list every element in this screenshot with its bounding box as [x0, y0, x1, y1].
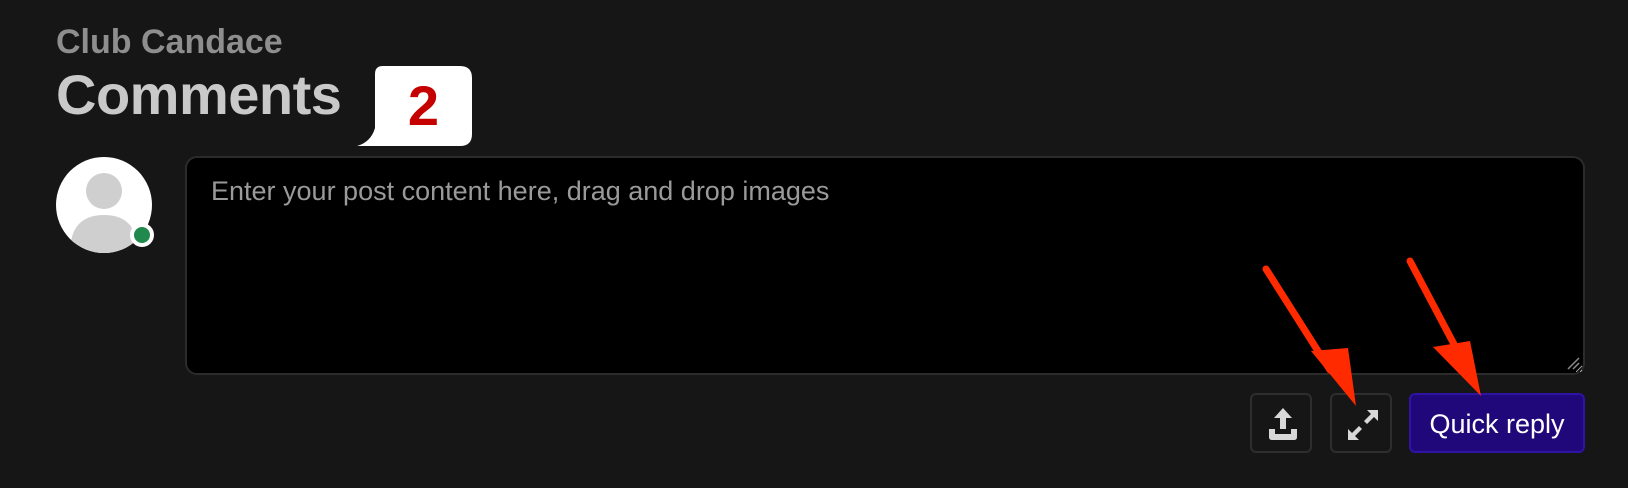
title-row: Comments 2: [56, 60, 472, 150]
resize-handle-icon[interactable]: [1566, 356, 1580, 370]
avatar[interactable]: [56, 157, 154, 253]
upload-button[interactable]: [1250, 393, 1312, 453]
upload-icon: [1269, 408, 1297, 440]
comment-count: 2: [407, 74, 440, 137]
online-status-dot: [130, 223, 154, 247]
club-name: Club Candace: [56, 23, 283, 61]
expand-icon: [1348, 410, 1378, 440]
post-content-input[interactable]: [185, 156, 1585, 375]
quick-reply-button[interactable]: Quick reply: [1409, 393, 1585, 453]
comments-section: Club Candace Comments 2 Enter your post …: [0, 0, 1628, 488]
expand-button[interactable]: [1330, 393, 1392, 453]
page-title: Comments: [56, 63, 342, 126]
comment-count-badge: 2: [357, 66, 472, 146]
